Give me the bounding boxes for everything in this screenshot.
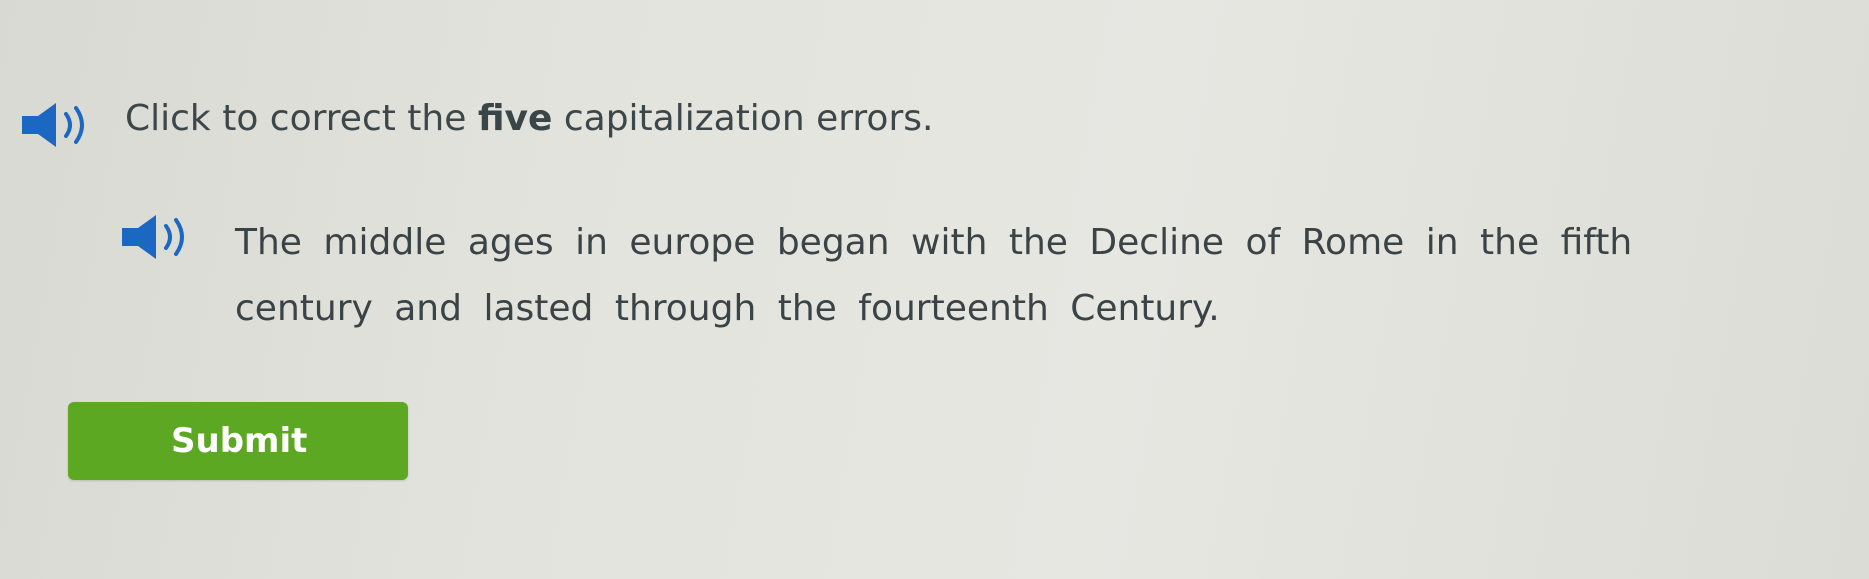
sentence-word[interactable]: The	[235, 222, 302, 263]
sentence-word[interactable]: through	[615, 288, 756, 329]
instruction-text: Click to correct the five capitalization…	[125, 94, 933, 144]
sentence-word[interactable]: the	[1009, 222, 1068, 263]
sentence-word[interactable]: Decline	[1089, 222, 1224, 263]
sentence-word[interactable]: Century.	[1070, 288, 1219, 329]
sentence-word[interactable]: the	[778, 288, 837, 329]
instruction-prefix: Click to correct the	[125, 98, 478, 139]
sentence-word[interactable]: began	[777, 222, 890, 263]
sentence-speaker-icon[interactable]	[118, 212, 200, 262]
sentence-word[interactable]: in	[1426, 222, 1459, 263]
sentence-word[interactable]: the	[1480, 222, 1539, 263]
sentence-word[interactable]: fifth	[1561, 222, 1633, 263]
sentence-word[interactable]: Rome	[1302, 222, 1405, 263]
sentence-word[interactable]: lasted	[483, 288, 593, 329]
sentence-word[interactable]: in	[575, 222, 608, 263]
sentence-word[interactable]: fourteenth	[858, 288, 1048, 329]
sentence-word[interactable]: century	[235, 288, 373, 329]
sentence-word[interactable]: and	[394, 288, 462, 329]
instruction-emphasis: five	[477, 98, 553, 139]
sentence-word[interactable]: of	[1246, 222, 1281, 263]
instruction-suffix: capitalization errors.	[552, 98, 934, 139]
submit-button[interactable]: Submit	[68, 402, 408, 480]
sentence-word[interactable]: ages	[468, 222, 554, 263]
sentence-word[interactable]: with	[911, 222, 987, 263]
sentence-word[interactable]: middle	[323, 222, 446, 263]
instruction-speaker-icon[interactable]	[18, 100, 100, 150]
sentence-word[interactable]: europe	[629, 222, 755, 263]
sentence-line-1: The middle ages in europe began with the…	[235, 218, 1632, 268]
sentence-line-2: century and lasted through the fourteent…	[235, 284, 1220, 334]
